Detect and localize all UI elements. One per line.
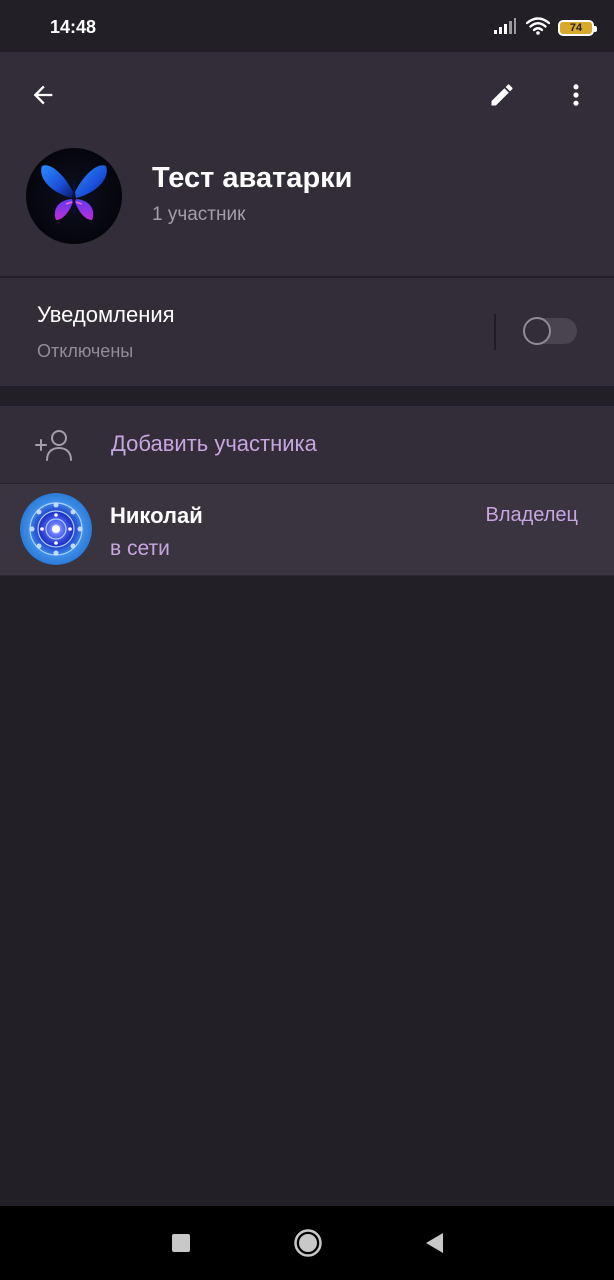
notifications-setting[interactable]: Уведомления Отключены (0, 278, 614, 386)
back-arrow-icon (33, 85, 53, 105)
add-member-button[interactable]: Добавить участника (0, 406, 614, 484)
recents-square-icon (172, 1234, 190, 1252)
member-role-badge: Владелец (485, 504, 578, 526)
add-member-label: Добавить участника (111, 431, 317, 456)
signal-icon (494, 18, 516, 38)
notifications-title: Уведомления (37, 302, 175, 327)
member-row[interactable]: Николай в сети Владелец (0, 484, 614, 575)
edit-button[interactable] (478, 71, 526, 119)
group-header: Тест аватарки 1 участник (0, 52, 614, 276)
divider (0, 575, 614, 576)
section-gap (0, 386, 614, 406)
battery-level: 74 (569, 21, 583, 34)
vertical-divider (494, 314, 496, 350)
member-online-status: в сети (110, 537, 170, 560)
notifications-toggle[interactable] (523, 317, 577, 345)
status-time: 14:48 (50, 17, 97, 37)
system-nav-bar (0, 1206, 614, 1280)
member-name: Николай (110, 503, 203, 528)
home-circle-icon (294, 1229, 322, 1257)
more-vert-icon (573, 84, 579, 106)
notifications-status: Отключены (37, 341, 134, 361)
status-bar: 14:48 74 (0, 0, 614, 52)
battery-icon: 74 (558, 20, 597, 36)
recents-button[interactable] (162, 1224, 200, 1262)
group-avatar[interactable] (26, 148, 122, 244)
home-button[interactable] (289, 1224, 327, 1262)
toggle-knob (523, 317, 551, 345)
add-person-icon (34, 428, 74, 466)
system-back-button[interactable] (415, 1224, 453, 1262)
wifi-icon (525, 17, 551, 39)
more-options-button[interactable] (552, 71, 600, 119)
pencil-icon (491, 84, 513, 106)
back-triangle-icon (426, 1233, 443, 1253)
mandala-icon (20, 493, 92, 565)
group-title: Тест аватарки (152, 162, 353, 194)
member-avatar (20, 493, 92, 565)
group-member-count: 1 участник (152, 204, 246, 225)
status-icons: 74 (494, 16, 597, 40)
back-button[interactable] (19, 71, 67, 119)
butterfly-icon (41, 165, 107, 220)
